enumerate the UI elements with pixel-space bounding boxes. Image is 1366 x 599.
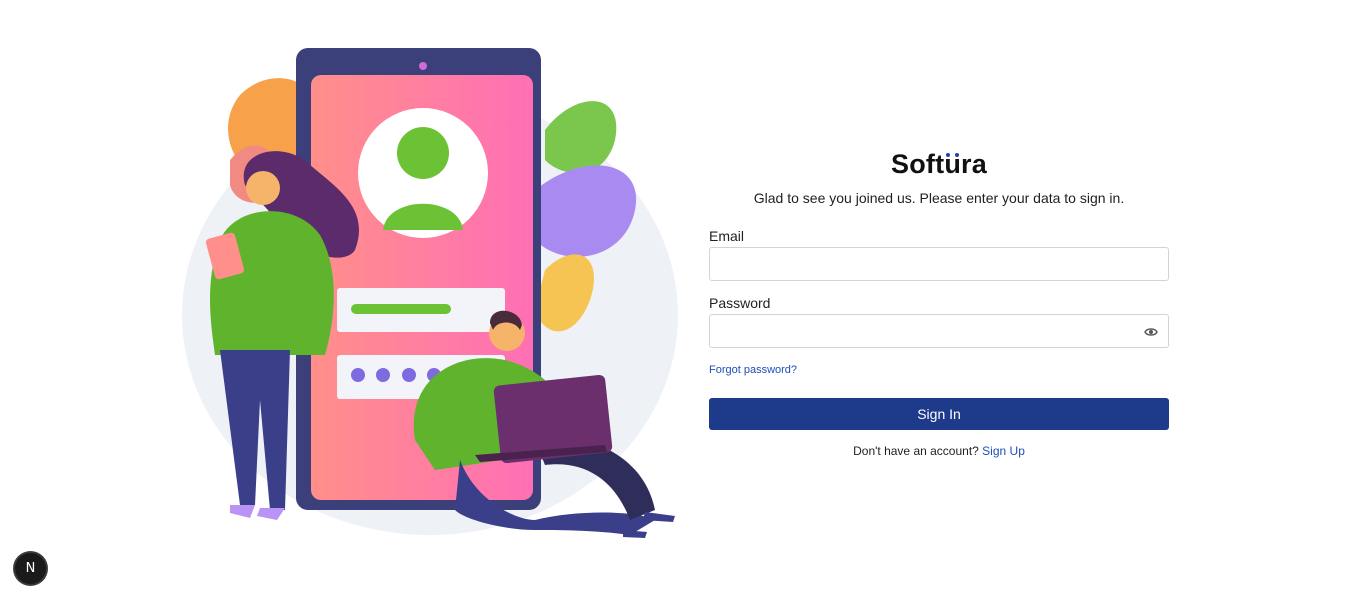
signup-prompt: Don't have an account?	[853, 444, 979, 458]
login-form: Softura Glad to see you joined us. Pleas…	[709, 148, 1169, 458]
logo-prefix: Soft	[891, 149, 945, 179]
email-field-wrapper	[709, 247, 1169, 281]
signup-row: Don't have an account? Sign Up	[709, 444, 1169, 458]
input-bar-1-fill	[351, 304, 451, 314]
softura-logo: Softura	[709, 148, 1169, 180]
man-shoe	[623, 530, 647, 538]
forgot-password-link[interactable]: Forgot password?	[709, 364, 797, 376]
password-dot	[402, 368, 416, 382]
password-dot	[376, 368, 390, 382]
password-field[interactable]	[710, 315, 1168, 347]
sign-in-button[interactable]: Sign In	[709, 398, 1169, 430]
sign-up-link[interactable]: Sign Up	[982, 444, 1025, 458]
email-field[interactable]	[710, 248, 1168, 280]
password-field-wrapper	[709, 314, 1169, 348]
password-label: Password	[709, 295, 771, 311]
nextjs-icon[interactable]: N	[15, 553, 46, 584]
login-subtitle: Glad to see you joined us. Please enter …	[753, 190, 1125, 206]
woman-legs	[220, 350, 290, 510]
eye-icon[interactable]	[1144, 325, 1158, 337]
logo-suffix: ra	[961, 149, 987, 179]
password-dot	[351, 368, 365, 382]
phone-camera	[419, 62, 427, 70]
nextjs-badge-letter: N	[25, 561, 36, 576]
avatar-head	[397, 127, 449, 179]
woman-shoe	[230, 505, 255, 518]
email-label: Email	[709, 228, 745, 244]
login-illustration	[182, 48, 678, 538]
woman-body	[210, 211, 334, 355]
logo-mark: u	[944, 149, 962, 179]
woman-shoe	[257, 508, 285, 520]
woman-head	[246, 171, 280, 205]
